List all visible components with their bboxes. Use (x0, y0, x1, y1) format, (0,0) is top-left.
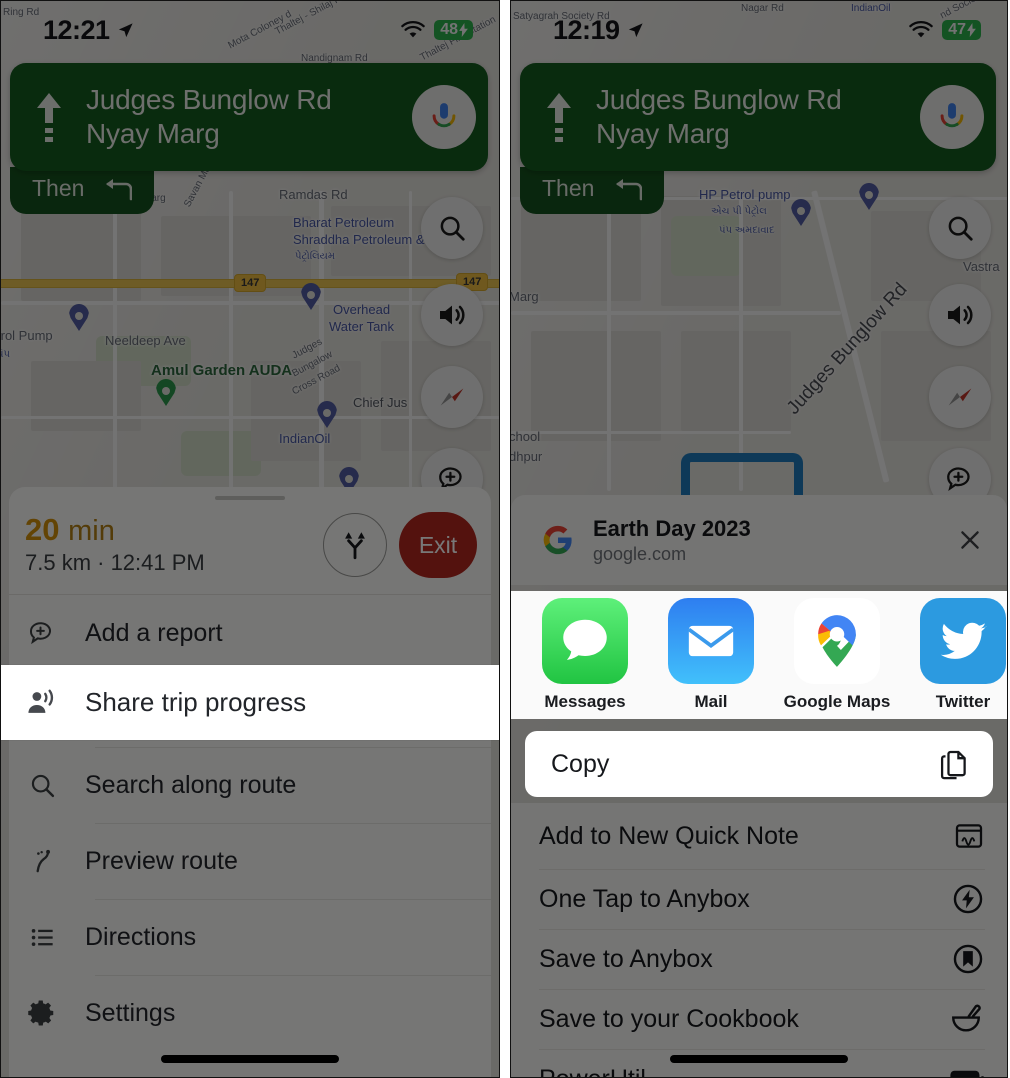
action-copy[interactable]: Copy (525, 731, 993, 797)
menu-item-add-a-report[interactable]: Add a report (9, 595, 491, 671)
preview-subtitle: google.com (593, 543, 687, 564)
right-phone-panel: Satyagrah Society Rd Nagar Rd IndianOil … (510, 0, 1008, 1078)
eta-distance-arrival: 7.5 km · 12:41 PM (25, 549, 205, 575)
mail-icon (668, 598, 754, 684)
eta-duration: 20 min (25, 512, 311, 548)
menu-item-directions[interactable]: Directions (9, 899, 491, 975)
quick-note-icon (945, 820, 985, 852)
menu-item-label: Settings (85, 998, 176, 1027)
action-label: PowerUtil (539, 1065, 646, 1078)
app-label: Google Maps (783, 692, 891, 711)
route-alternatives-icon (345, 532, 365, 560)
action-add-to-new-quick-note[interactable]: Add to New Quick Note (539, 803, 985, 869)
trip-bottom-sheet: 20 min 7.5 km · 12:41 PM Exit Add a repo… (9, 487, 491, 1077)
home-indicator[interactable] (670, 1055, 848, 1063)
bolt-circle-icon (945, 882, 985, 916)
home-indicator[interactable] (161, 1055, 339, 1063)
share-app-twitter[interactable]: Twitter (907, 598, 1007, 712)
menu-item-label: Search along route (85, 770, 297, 799)
share-trip-icon (25, 686, 59, 720)
action-label: Save to your Cookbook (539, 1004, 799, 1033)
app-label: Twitter (935, 692, 991, 711)
action-label: Copy (551, 749, 610, 778)
route-alternatives-button[interactable] (323, 513, 387, 577)
close-icon (961, 531, 979, 549)
search-icon (25, 771, 59, 800)
ios-share-sheet: Earth Day 2023 google.com Messages Mail … (511, 495, 1007, 1077)
menu-item-label: Add a report (85, 618, 223, 647)
action-powerutil[interactable]: PowerUtil (539, 1049, 985, 1078)
menu-item-search-along-route[interactable]: Search along route (9, 747, 491, 823)
share-app-row[interactable]: Messages Mail Google Maps Twitter (511, 591, 1007, 719)
close-share-sheet-button[interactable] (951, 521, 989, 559)
share-action-list: Add to New Quick Note One Tap to Anybox (511, 803, 1007, 1077)
twitter-icon (920, 598, 1006, 684)
list-icon (25, 923, 59, 952)
exit-navigation-button[interactable]: Exit (399, 512, 477, 578)
menu-item-settings[interactable]: Settings (9, 975, 491, 1051)
exit-label: Exit (418, 531, 458, 558)
mortar-pestle-icon (945, 1002, 985, 1036)
eta-summary-row: 20 min 7.5 km · 12:41 PM Exit (9, 500, 491, 594)
action-label: Add to New Quick Note (539, 821, 799, 850)
left-phone-panel: 147 147 Ring Rd Thaltej - Shilaj Rd Mota… (0, 0, 500, 1078)
messages-icon (542, 598, 628, 684)
preview-title: Earth Day 2023 (593, 515, 751, 541)
share-app-google-maps[interactable]: Google Maps (781, 598, 893, 712)
gear-icon (25, 998, 59, 1028)
eta-unit: min (68, 515, 115, 548)
google-g-icon (543, 525, 572, 555)
google-maps-icon (794, 598, 880, 684)
screenshot-stage: 147 147 Ring Rd Thaltej - Shilaj Rd Mota… (0, 0, 1010, 1078)
menu-item-preview-route[interactable]: Preview route (9, 823, 491, 899)
menu-item-share-trip-progress[interactable]: Share trip progress (1, 665, 499, 740)
action-label: One Tap to Anybox (539, 884, 750, 913)
action-label: Save to Anybox (539, 944, 713, 973)
eta-minutes: 20 (25, 512, 60, 548)
app-label: Mail (694, 692, 728, 711)
share-app-mail[interactable]: Mail (655, 598, 767, 712)
add-report-icon (25, 618, 59, 648)
action-one-tap-to-anybox[interactable]: One Tap to Anybox (539, 869, 985, 929)
share-preview-card[interactable]: Earth Day 2023 google.com (511, 495, 1007, 585)
menu-item-label: Directions (85, 922, 197, 951)
preview-route-icon (25, 847, 59, 876)
menu-item-label: Share trip progress (85, 687, 307, 717)
trip-menu-list: Add a report Share trip progress Search … (9, 594, 491, 1051)
preview-text-group: Earth Day 2023 google.com (593, 516, 933, 565)
menu-item-label: Preview route (85, 846, 238, 875)
bookmark-circle-icon (945, 942, 985, 976)
app-label: Messages (544, 692, 626, 711)
eta-text-group: 20 min 7.5 km · 12:41 PM (25, 512, 311, 576)
action-save-to-your-cookbook[interactable]: Save to your Cookbook (539, 989, 985, 1049)
share-app-messages[interactable]: Messages (529, 598, 641, 712)
action-save-to-anybox[interactable]: Save to Anybox (539, 929, 985, 989)
battery-icon (945, 1065, 985, 1077)
copy-icon (940, 750, 966, 780)
